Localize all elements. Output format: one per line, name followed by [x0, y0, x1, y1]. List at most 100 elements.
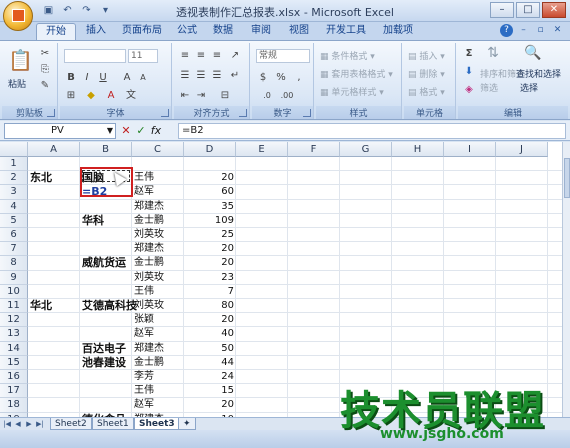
cell-d6[interactable]: 25 — [186, 228, 234, 242]
orientation-icon[interactable]: ↗ — [228, 49, 242, 62]
column-header-g[interactable]: G — [340, 142, 392, 157]
next-sheet-icon[interactable]: ▶ — [24, 419, 34, 430]
cell-d11[interactable]: 80 — [186, 299, 234, 313]
cell-d2[interactable]: 20 — [186, 171, 234, 185]
font-family-select[interactable] — [64, 49, 126, 63]
tab-addins[interactable]: 加载项 — [378, 23, 418, 40]
tab-data[interactable]: 数据 — [208, 23, 238, 40]
find-select-label[interactable]: 查找和选择 — [516, 67, 561, 80]
cell-d13[interactable]: 40 — [186, 327, 234, 341]
autosum-icon[interactable]: Σ — [462, 47, 476, 60]
currency-button[interactable]: $ — [256, 71, 270, 84]
cell-b15[interactable]: 池春建设 — [82, 356, 138, 370]
last-sheet-icon[interactable]: ▶| — [35, 419, 45, 430]
insert-sheet-tab[interactable]: ✦ — [178, 418, 196, 430]
name-box[interactable]: PV ▼ — [4, 123, 116, 139]
decrease-decimal-icon[interactable]: .00 — [280, 89, 294, 102]
format-as-table-button[interactable]: ▦ 套用表格格式 ▾ — [320, 67, 393, 80]
ribbon-restore-icon[interactable]: ▫ — [534, 24, 547, 37]
cell-styles-button[interactable]: ▦ 单元格样式 ▾ — [320, 85, 384, 98]
cell-c8[interactable]: 金士鹏 — [134, 256, 182, 270]
help-icon[interactable]: ? — [500, 24, 513, 37]
cell-d17[interactable]: 15 — [186, 384, 234, 398]
row-header-2[interactable]: 2 — [0, 171, 28, 186]
column-header-j[interactable]: J — [496, 142, 548, 157]
cell-d9[interactable]: 23 — [186, 271, 234, 285]
row-header-16[interactable]: 16 — [0, 370, 28, 385]
cell-c5[interactable]: 金士鹏 — [134, 214, 182, 228]
cell-b5[interactable]: 华科 — [82, 214, 138, 228]
cell-c13[interactable]: 赵军 — [134, 327, 182, 341]
align-top-icon[interactable]: ≡ — [178, 49, 192, 62]
cell-c11[interactable]: 刘英玫 — [134, 299, 182, 313]
cancel-icon[interactable]: ✕ — [120, 124, 132, 138]
sort-filter-icon[interactable]: ⇅ — [486, 46, 500, 60]
cell-d3[interactable]: 60 — [186, 185, 234, 199]
cell-b8[interactable]: 威航货运 — [82, 256, 138, 270]
align-bottom-icon[interactable]: ≡ — [210, 49, 224, 62]
vertical-scrollbar[interactable] — [562, 142, 570, 417]
cell-c15[interactable]: 金士鹏 — [134, 356, 182, 370]
row-header-5[interactable]: 5 — [0, 213, 28, 228]
cell-c12[interactable]: 张颖 — [134, 313, 182, 327]
row-header-13[interactable]: 13 — [0, 327, 28, 342]
underline-button[interactable]: U — [96, 71, 110, 84]
column-header-f[interactable]: F — [288, 142, 340, 157]
cell-c4[interactable]: 郑建杰 — [134, 200, 182, 214]
phonetic-icon[interactable]: 文 — [124, 89, 138, 102]
first-sheet-icon[interactable]: |◀ — [2, 419, 12, 430]
cell-c17[interactable]: 王伟 — [134, 384, 182, 398]
column-header-d[interactable]: D — [184, 142, 236, 157]
percent-button[interactable]: % — [274, 71, 288, 84]
column-header-b[interactable]: B — [80, 142, 132, 157]
cell-c10[interactable]: 王伟 — [134, 285, 182, 299]
border-icon[interactable]: ⊞ — [64, 89, 78, 102]
wrap-text-icon[interactable]: ↵ — [228, 69, 242, 82]
office-button[interactable] — [3, 1, 33, 31]
row-header-18[interactable]: 18 — [0, 398, 28, 413]
select-all-corner[interactable] — [0, 142, 28, 157]
alignment-launcher-icon[interactable] — [239, 109, 247, 117]
sheet-tab-sheet3[interactable]: Sheet3 — [134, 418, 180, 430]
cell-a11[interactable]: 华北 — [30, 299, 78, 313]
cell-d10[interactable]: 7 — [186, 285, 234, 299]
conditional-formatting-button[interactable]: ▦ 条件格式 ▾ — [320, 49, 375, 62]
column-header-e[interactable]: E — [236, 142, 288, 157]
grow-font-icon[interactable]: A — [120, 71, 134, 84]
row-header-4[interactable]: 4 — [0, 199, 28, 214]
row-header-3[interactable]: 3 — [0, 185, 28, 200]
row-header-12[interactable]: 12 — [0, 313, 28, 328]
increase-decimal-icon[interactable]: .0 — [260, 89, 274, 102]
ribbon-close-icon[interactable]: ✕ — [551, 24, 564, 37]
tab-developer[interactable]: 开发工具 — [322, 23, 370, 40]
merge-center-icon[interactable]: ⊟ — [218, 89, 232, 102]
cell-c2[interactable]: 王伟 — [134, 171, 182, 185]
maximize-button[interactable]: □ — [516, 2, 540, 18]
bold-button[interactable]: B — [64, 71, 78, 84]
increase-indent-icon[interactable]: ⇥ — [194, 89, 208, 102]
close-button[interactable]: ✕ — [542, 2, 566, 18]
cell-a2[interactable]: 东北 — [30, 171, 78, 185]
cell-c16[interactable]: 李芳 — [134, 370, 182, 384]
font-color-icon[interactable]: A — [104, 89, 118, 102]
number-launcher-icon[interactable] — [303, 109, 311, 117]
format-painter-icon[interactable]: ✎ — [38, 79, 52, 92]
font-size-select[interactable]: 11 — [128, 49, 158, 63]
fill-color-icon[interactable]: ◆ — [84, 89, 98, 102]
italic-button[interactable]: I — [80, 71, 94, 84]
row-header-11[interactable]: 11 — [0, 299, 28, 314]
align-middle-icon[interactable]: ≡ — [194, 49, 208, 62]
column-header-a[interactable]: A — [28, 142, 80, 157]
cell-c7[interactable]: 郑建杰 — [134, 242, 182, 256]
row-header-9[interactable]: 9 — [0, 270, 28, 285]
cell-d18[interactable]: 20 — [186, 398, 234, 412]
cell-d7[interactable]: 20 — [186, 242, 234, 256]
cell-d5[interactable]: 109 — [186, 214, 234, 228]
tab-formulas[interactable]: 公式 — [172, 23, 202, 40]
align-right-icon[interactable]: ☰ — [210, 69, 224, 82]
column-header-i[interactable]: I — [444, 142, 496, 157]
cell-d15[interactable]: 44 — [186, 356, 234, 370]
shrink-font-icon[interactable]: A — [136, 71, 150, 84]
formula-input[interactable]: =B2 — [178, 123, 566, 139]
paste-icon[interactable]: 📋 — [8, 47, 33, 73]
